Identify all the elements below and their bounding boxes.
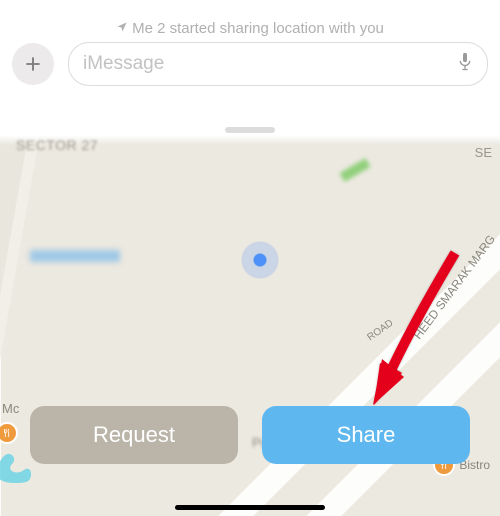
sheet-grabber[interactable] (225, 127, 275, 133)
poi-mc-label: Mc (2, 401, 19, 416)
messages-top-panel: Me 2 started sharing location with you i… (0, 0, 500, 135)
notification-text: Me 2 started sharing location with you (132, 20, 384, 37)
map-sector-label: SECTOR 27 (16, 137, 98, 153)
composer-row: iMessage (12, 42, 488, 86)
request-label: Request (93, 422, 175, 448)
poi-restaurant-left (0, 422, 18, 444)
map-panel[interactable]: SECTOR 27 ROAD HEED SMARAK MARG SE Mc Pu… (0, 135, 500, 516)
action-row: Request Share (30, 406, 470, 464)
restaurant-icon (0, 422, 18, 444)
location-arrow-icon (116, 20, 128, 37)
message-placeholder: iMessage (83, 53, 164, 75)
add-button[interactable] (12, 43, 54, 85)
home-indicator[interactable] (175, 505, 325, 510)
dictation-icon[interactable] (457, 51, 473, 78)
message-input[interactable]: iMessage (68, 42, 488, 86)
poi-water-icon (0, 448, 34, 482)
map-se-label: SE (475, 145, 492, 160)
share-button[interactable]: Share (262, 406, 470, 464)
request-button[interactable]: Request (30, 406, 238, 464)
share-label: Share (337, 422, 396, 448)
status-notification: Me 2 started sharing location with you (0, 20, 500, 37)
